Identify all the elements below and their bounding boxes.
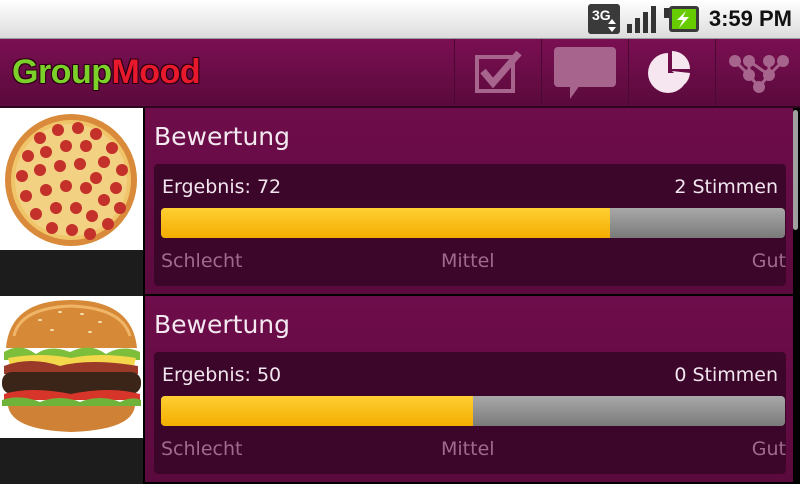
votes-label: 2 Stimmen xyxy=(674,176,778,198)
card-title: Bewertung xyxy=(154,310,290,339)
status-bar: 3G 3:59 PM xyxy=(0,0,800,39)
chat-action-button[interactable] xyxy=(541,39,628,106)
scale-low-label: Schlecht xyxy=(161,438,243,460)
scale-mid-label: Mittel xyxy=(441,250,495,272)
result-panel: Ergebnis: 50 0 Stimmen Schlecht Mittel G… xyxy=(154,352,786,474)
list-item[interactable]: Bewertung Ergebnis: 50 0 Stimmen Schlech… xyxy=(0,296,800,484)
rating-progress-fill xyxy=(161,396,473,426)
battery-charging-icon xyxy=(664,4,700,38)
3g-data-icon: 3G xyxy=(588,4,620,38)
checkbox-action-button[interactable] xyxy=(454,39,541,106)
svg-text:3G: 3G xyxy=(592,7,611,23)
list-item[interactable]: Bewertung Ergebnis: 72 2 Stimmen Schlech… xyxy=(0,108,800,296)
chat-bubble-icon xyxy=(554,46,616,99)
scale-low-label: Schlecht xyxy=(161,250,243,272)
checkbox-icon xyxy=(475,50,522,93)
scrollbar[interactable] xyxy=(793,110,798,230)
rating-progress-bar xyxy=(161,208,785,238)
app-logo: GroupMood xyxy=(12,53,201,91)
clock: 3:59 PM xyxy=(708,6,792,31)
network-action-button[interactable] xyxy=(715,39,800,106)
rating-progress-fill xyxy=(161,208,611,238)
rating-card: Bewertung Ergebnis: 50 0 Stimmen Schlech… xyxy=(145,296,793,482)
card-title: Bewertung xyxy=(154,122,290,151)
scale-high-label: Gut xyxy=(751,250,786,272)
result-label: Ergebnis: 72 xyxy=(162,176,282,198)
pizza-image xyxy=(0,108,143,250)
result-panel: Ergebnis: 72 2 Stimmen Schlecht Mittel G… xyxy=(154,164,786,286)
rating-card: Bewertung Ergebnis: 72 2 Stimmen Schlech… xyxy=(145,108,793,294)
scale-high-label: Gut xyxy=(751,438,786,460)
scale-mid-label: Mittel xyxy=(441,438,495,460)
network-icon xyxy=(729,54,789,93)
votes-label: 0 Stimmen xyxy=(674,364,778,386)
rating-progress-bar xyxy=(161,396,785,426)
signal-strength-icon xyxy=(626,4,658,38)
burger-image xyxy=(0,296,143,438)
statistics-action-button[interactable] xyxy=(628,39,715,106)
action-bar: GroupMood xyxy=(0,39,800,108)
pie-chart-icon xyxy=(648,50,690,93)
result-label: Ergebnis: 50 xyxy=(162,364,282,386)
